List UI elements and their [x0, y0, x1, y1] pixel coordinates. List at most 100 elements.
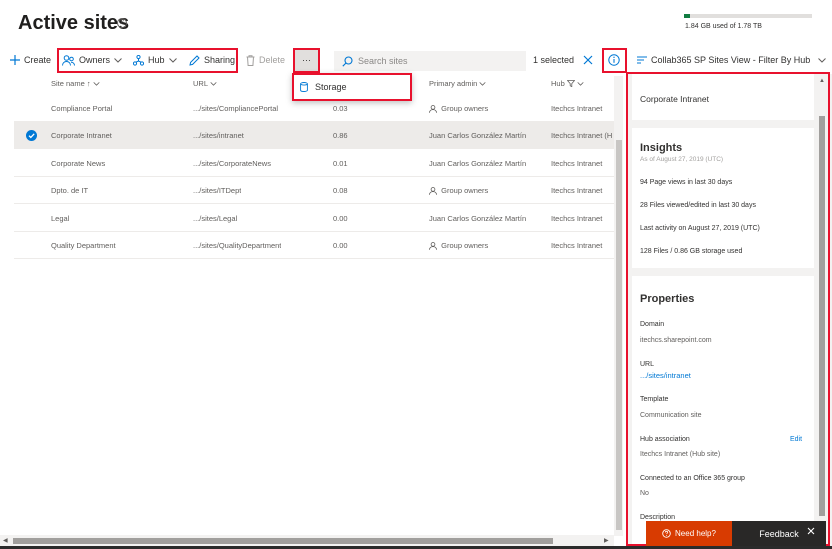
- delete-button[interactable]: Delete: [246, 48, 285, 72]
- pencil-icon: [189, 54, 200, 66]
- description-label: Description: [640, 514, 676, 521]
- chevron-down-icon: [210, 81, 217, 86]
- chevron-down-icon: [479, 81, 487, 86]
- horizontal-scrollbar-thumb[interactable]: [13, 538, 553, 544]
- office365-group-label: Connected to an Office 365 group: [640, 475, 745, 482]
- url-link[interactable]: .../sites/intranet: [640, 371, 691, 380]
- chevron-down-icon: [114, 57, 122, 63]
- admin-cell: Juan Carlos González Martín: [429, 214, 527, 223]
- hub-cell: Itechcs Intranet: [551, 104, 603, 113]
- site-name-cell[interactable]: Compliance Portal: [51, 95, 112, 122]
- table-row[interactable]: Dpto. de IT .../sites/ITDept 0.08 Group …: [14, 177, 614, 204]
- storage-cell: 0.08: [333, 186, 348, 195]
- hub-cell: Itechcs Intranet (H: [551, 131, 613, 140]
- info-icon: [608, 54, 620, 66]
- domain-value: itechcs.sharepoint.com: [640, 337, 712, 344]
- url-cell: .../sites/ITDept: [193, 186, 242, 195]
- scroll-right-arrow-icon[interactable]: ▶: [604, 537, 609, 544]
- create-button[interactable]: Create: [10, 48, 51, 72]
- delete-label: Delete: [259, 55, 286, 65]
- table-row[interactable]: Legal .../sites/Legal 0.00 Juan Carlos G…: [14, 205, 614, 232]
- hub-cell: Itechcs Intranet: [551, 186, 603, 195]
- insights-as-of: As of August 27, 2019 (UTC): [640, 156, 724, 163]
- feedback-close-button[interactable]: [807, 522, 815, 540]
- person-icon: [429, 105, 437, 113]
- url-cell: .../sites/CompliancePortal: [193, 104, 279, 113]
- plus-icon: [10, 55, 20, 65]
- site-name-cell[interactable]: Legal: [51, 205, 69, 232]
- menu-item-storage-label: Storage: [315, 82, 347, 92]
- panel-scrollbar[interactable]: [614, 76, 623, 536]
- site-name-cell[interactable]: Dpto. de IT: [51, 177, 88, 204]
- url-cell: .../sites/Legal: [193, 214, 238, 223]
- template-label: Template: [640, 396, 669, 403]
- people-icon: [62, 54, 75, 66]
- details-panel: Corporate Intranet Insights As of August…: [626, 74, 832, 549]
- clear-selection-button[interactable]: [583, 48, 593, 72]
- more-button[interactable]: ···: [295, 49, 318, 71]
- feedback-label: Feedback: [759, 528, 799, 539]
- search-box[interactable]: [334, 51, 526, 71]
- search-icon: [342, 55, 353, 67]
- close-icon: [583, 55, 593, 65]
- panel-inner-scrollbar-thumb[interactable]: [819, 116, 825, 516]
- person-icon: [429, 242, 437, 250]
- selection-count: 1 selected: [533, 48, 574, 72]
- storage-cell: 0.00: [333, 214, 348, 223]
- sharing-button[interactable]: Sharing: [189, 48, 235, 72]
- filter-icon: [566, 80, 575, 87]
- storage-cell: 0.86: [333, 131, 348, 140]
- hub-association-label: Hub association: [640, 436, 690, 443]
- chevron-down-icon: [168, 57, 177, 63]
- need-help-button[interactable]: Need help?: [646, 521, 732, 546]
- hub-cell: Itechcs Intranet: [551, 159, 603, 168]
- panel-site-title: Corporate Intranet: [640, 94, 709, 104]
- owners-label: Owners: [79, 55, 111, 65]
- site-name-cell[interactable]: Corporate Intranet: [51, 122, 112, 149]
- hub-cell: Itechcs Intranet: [551, 214, 603, 223]
- storage-cell: 0.01: [333, 159, 348, 168]
- properties-heading: Properties: [640, 293, 695, 305]
- more-label: ···: [302, 55, 311, 65]
- panel-inner-scrollbar[interactable]: ▲: [818, 78, 826, 544]
- hub-label: Hub: [148, 55, 165, 65]
- site-name-cell[interactable]: Corporate News: [51, 150, 105, 177]
- chevron-down-icon: [818, 57, 827, 63]
- admin-name: Group owners: [441, 241, 489, 250]
- column-header-site-name[interactable]: Site name ↑: [51, 79, 100, 88]
- help-icon[interactable]: ?: [117, 18, 127, 28]
- table-row[interactable]: Quality Department .../sites/QualityDepa…: [14, 232, 614, 259]
- hub-cell: Itechcs Intranet: [551, 241, 603, 250]
- site-name-cell[interactable]: Quality Department: [51, 232, 116, 259]
- scroll-up-arrow-icon[interactable]: ▲: [819, 78, 825, 84]
- insights-files-viewed: 28 Files viewed/edited in last 30 days: [640, 202, 756, 209]
- help-circle-icon: [662, 529, 671, 538]
- hub-edit-link[interactable]: Edit: [790, 436, 802, 443]
- domain-label: Domain: [640, 321, 665, 328]
- storage-usage-text: 1.84 GB used of 1.78 TB: [685, 23, 762, 30]
- column-header-url[interactable]: URL: [193, 79, 217, 88]
- admin-name: Group owners: [441, 104, 489, 113]
- column-header-hub[interactable]: Hub: [551, 79, 584, 88]
- menu-item-storage[interactable]: Storage: [300, 82, 347, 92]
- admin-name: Group owners: [441, 186, 489, 195]
- checkmark-icon[interactable]: [26, 130, 37, 141]
- column-header-primary-admin[interactable]: Primary admin: [429, 79, 487, 88]
- url-cell: .../sites/CorporateNews: [193, 159, 271, 168]
- admin-cell: Juan Carlos González Martín: [429, 159, 527, 168]
- search-input[interactable]: [358, 56, 518, 66]
- panel-scrollbar-thumb[interactable]: [616, 140, 622, 530]
- table-row[interactable]: Corporate Intranet .../sites/intranet 0.…: [14, 122, 614, 149]
- info-pane-button[interactable]: [608, 48, 620, 72]
- owners-button[interactable]: Owners: [62, 48, 122, 72]
- hub-button[interactable]: Hub: [133, 48, 177, 72]
- storage-cell: 0.00: [333, 241, 348, 250]
- url-label: URL: [640, 361, 655, 368]
- more-dropdown-menu: Storage: [292, 73, 412, 101]
- sharing-label: Sharing: [204, 55, 236, 65]
- selected-count-label: 1 selected: [533, 55, 575, 65]
- table-row[interactable]: Corporate News .../sites/CorporateNews 0…: [14, 150, 614, 177]
- view-selector[interactable]: Collab365 SP Sites View - Filter By Hub: [637, 48, 827, 72]
- hub-icon: [133, 54, 144, 66]
- scroll-left-arrow-icon[interactable]: ◀: [3, 537, 8, 544]
